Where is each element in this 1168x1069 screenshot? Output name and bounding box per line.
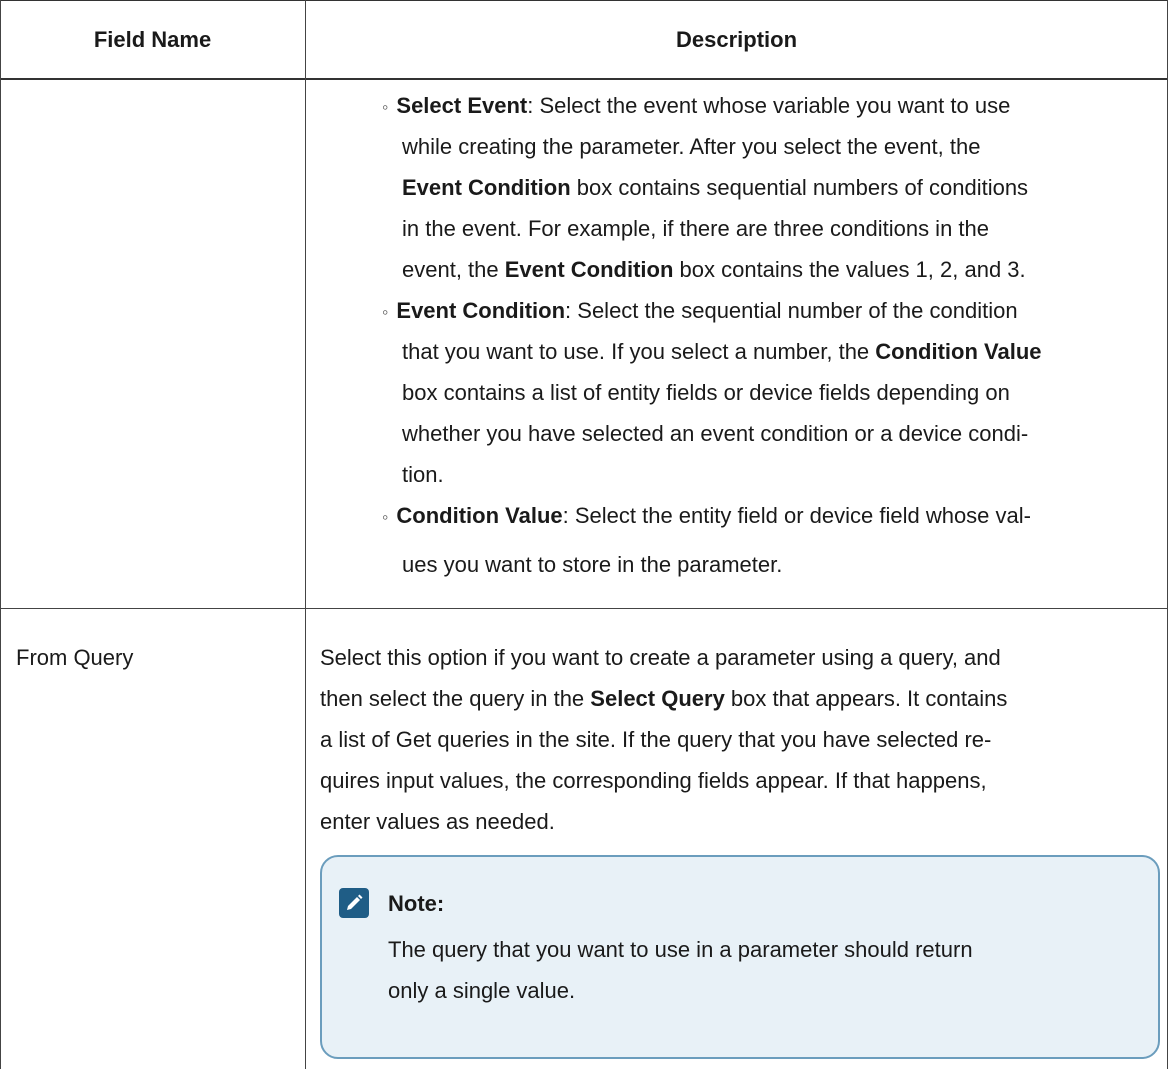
row2-line-5: enter values as needed. (320, 809, 555, 834)
row2-line-2: then select the query in the Select Quer… (320, 686, 1008, 711)
bullet-select-event-line-4: in the event. For example, if there are … (402, 216, 989, 241)
row2-line-4: quires input values, the corresponding f… (320, 768, 987, 793)
bullet-select-event-line-3: Event Condition box contains sequential … (402, 175, 1029, 200)
row-divider (0, 608, 1168, 609)
row2-line-1: Select this option if you want to create… (320, 645, 1001, 670)
note-title: Note: (388, 891, 445, 916)
bullet-select-event-line-5: event, the Event Condition box contains … (402, 257, 1026, 282)
bullet-select-event-line-1: ◦ Select Event: Select the event whose va… (382, 93, 1011, 118)
note-text: The query that you want to use in a para… (388, 929, 973, 1011)
column-divider (305, 0, 306, 1069)
field-name-from-query: From Query (16, 645, 134, 670)
header-description: Description (675, 27, 798, 52)
bullet-icon: ◦ (382, 302, 389, 322)
bullet-event-condition-line-5: tion. (402, 462, 444, 487)
bullet-icon: ◦ (382, 507, 389, 527)
header-field-name: Field Name (93, 27, 212, 52)
note-callout: Note: The query that you want to use in … (320, 855, 1160, 1059)
bullet-event-condition-line-4: whether you have selected an event condi… (402, 421, 1029, 446)
note-line-1: The query that you want to use in a para… (388, 937, 973, 962)
row2-line-3: a list of Get queries in the site. If th… (320, 727, 992, 752)
bullet-select-event-line-2: while creating the parameter. After you … (402, 134, 981, 159)
pencil-icon (339, 888, 369, 918)
bullet-icon: ◦ (382, 97, 389, 117)
note-line-2: only a single value. (388, 978, 576, 1003)
bullet-condition-value-line-2: ues you want to store in the parameter. (402, 552, 783, 577)
table-header-row: Field Name Description (0, 0, 1168, 80)
table-left-border (0, 0, 1, 1069)
field-description-table: Field Name Description ◦ Select Event: Se… (0, 0, 1168, 1069)
bullet-event-condition-line-3: box contains a list of entity fields or … (402, 380, 1010, 405)
bullet-event-condition-line-2: that you want to use. If you select a nu… (402, 339, 1042, 364)
bullet-event-condition-line-1: ◦ Event Condition: Select the sequential … (382, 298, 1018, 323)
bullet-condition-value-line-1: ◦ Condition Value: Select the entity fiel… (382, 503, 1031, 528)
